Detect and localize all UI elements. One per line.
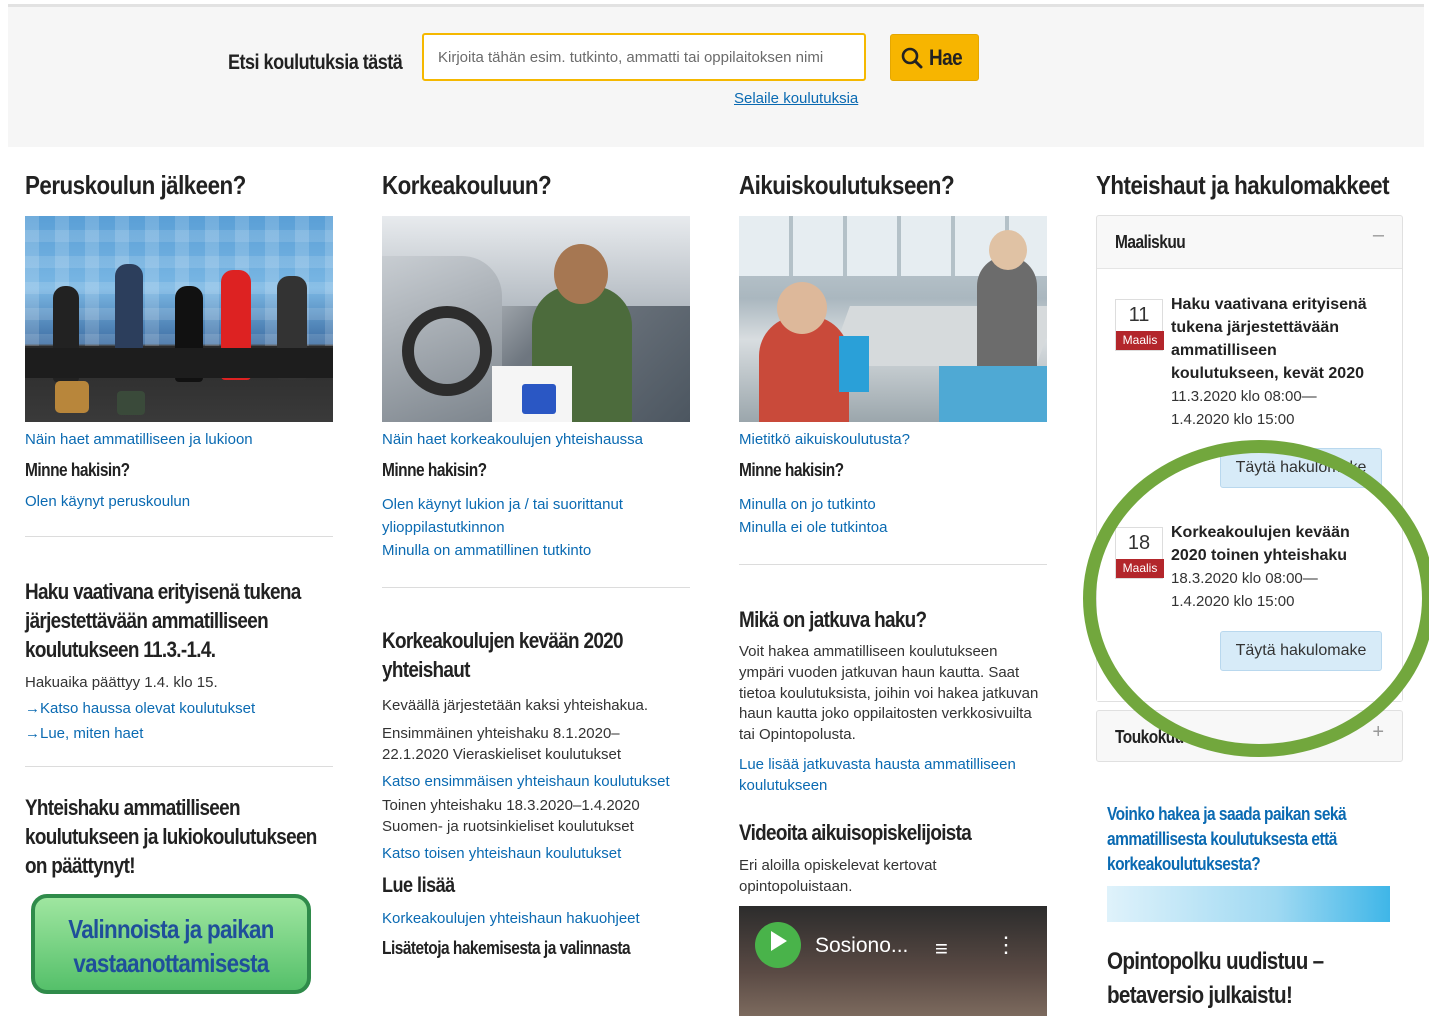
- more-options-icon[interactable]: ⋮: [995, 932, 1017, 958]
- col3-subheading: Minne hakisin?: [739, 460, 844, 480]
- search-button-label: Hae: [929, 44, 963, 70]
- col3-link-jatkuva[interactable]: Lue lisää jatkuvasta hausta ammatillisee…: [739, 754, 1044, 796]
- banner-text: Valinnoista ja paikan vastaanottamisesta: [68, 914, 274, 978]
- playlist-icon[interactable]: ≡: [935, 936, 948, 962]
- students-photo[interactable]: [25, 216, 333, 422]
- col3-p1: Voit hakea ammatilliseen koulutukseen ym…: [739, 643, 1039, 744]
- col-yhteishaut: Yhteishaut ja hakulomakkeet: [1096, 170, 1429, 216]
- col3-news-title: Mikä on jatkuva haku?: [739, 607, 927, 632]
- event-month: Maalis: [1116, 331, 1164, 350]
- accordion-header-maaliskuu[interactable]: Maaliskuu –: [1097, 216, 1402, 269]
- search-input[interactable]: [422, 33, 866, 81]
- col2-subheading: Minne hakisin?: [382, 460, 487, 480]
- col3-link-tutkinto[interactable]: Minulla on jo tutkinto: [739, 493, 1047, 516]
- col4-heading: Yhteishaut ja hakulomakkeet: [1096, 170, 1390, 200]
- col2-p1: Keväällä järjestetään kaksi yhteishakua.: [382, 697, 648, 714]
- col2-link-ammatillinen[interactable]: Minulla on ammatillinen tutkinto: [382, 539, 690, 562]
- search-band: Etsi koulutuksia tästä Hae Selaile koulu…: [8, 7, 1424, 147]
- date-badge: 11 Maalis: [1115, 299, 1164, 351]
- col1-link-peruskoulu[interactable]: Olen käynyt peruskoulun: [25, 493, 335, 510]
- col2-p3: Toinen yhteishaku 18.3.2020–1.4.2020 Suo…: [382, 797, 640, 835]
- col2-p2: Ensimmäinen yhteishaku 8.1.2020–22.1.202…: [382, 725, 622, 763]
- col2-photo-link[interactable]: Näin haet korkeakoulujen yhteishaussa: [382, 431, 690, 448]
- divider: [739, 564, 1047, 565]
- car-photo[interactable]: [382, 216, 690, 422]
- event-day: 11: [1128, 304, 1150, 326]
- col1-heading: Peruskoulun jälkeen?: [25, 170, 246, 200]
- col1-news-text: Hakuaika päättyy 1.4. klo 15.: [25, 674, 218, 691]
- col2-read-more: Lue lisää: [382, 874, 455, 897]
- col2-news-title: Korkeakoulujen kevään 2020 yhteishaut: [382, 628, 624, 682]
- search-label: Etsi koulutuksia tästä: [228, 51, 403, 74]
- col2-heading: Korkeakouluun?: [382, 170, 552, 200]
- news-image[interactable]: [1107, 886, 1390, 922]
- info-banner[interactable]: Valinnoista ja paikan vastaanottamisesta: [31, 894, 311, 994]
- col2-link-ensimmainen[interactable]: Katso ensimmäisen yhteishaun koulutukset: [382, 773, 690, 790]
- col3-video-title: Videoita aikuisopiskelijoista: [739, 819, 972, 845]
- col1-news-link1[interactable]: →Katso haussa olevat koulutukset: [25, 700, 335, 717]
- video-player[interactable]: Sosiono... ≡ ⋮: [739, 905, 1047, 1016]
- col-aikuiskoulutus: Aikuiskoulutukseen? Mietitkö aikuiskoulu…: [739, 170, 1047, 1016]
- divider: [382, 587, 690, 588]
- col1-subheading: Minne hakisin?: [25, 460, 130, 480]
- search-button[interactable]: Hae: [890, 34, 979, 81]
- col4-news-title[interactable]: Opintopolku uudistuu – betaversio julkai…: [1107, 945, 1407, 1013]
- col1-photo-link[interactable]: Näin haet ammatilliseen ja lukioon: [25, 431, 335, 448]
- col1-news-title[interactable]: Haku vaativana erityisenä tukena järjest…: [25, 577, 315, 664]
- col1-news2-title: Yhteishaku ammatilliseen koulutukseen ja…: [25, 795, 317, 878]
- col2-bold-link[interactable]: Lisätetoja hakemisesta ja valinnasta: [382, 938, 647, 959]
- classroom-photo[interactable]: [739, 216, 1047, 422]
- month-label: Maaliskuu: [1115, 232, 1186, 252]
- event-time-start: 11.3.2020 klo 08:00—: [1171, 388, 1317, 405]
- col2-link-lukio[interactable]: Olen käynyt lukion ja / tai suorittanut …: [382, 493, 672, 539]
- collapse-icon[interactable]: –: [1373, 224, 1384, 247]
- search-icon: [901, 47, 923, 68]
- browse-link[interactable]: Selaile koulutuksia: [734, 90, 858, 107]
- col4-news-link[interactable]: Voinko hakea ja saada paikan sekä ammati…: [1107, 802, 1407, 877]
- col3-p2: Eri aloilla opiskelevat kertovat opintop…: [739, 856, 937, 895]
- col3-heading: Aikuiskoulutukseen?: [739, 170, 955, 200]
- divider: [25, 536, 333, 537]
- col3-link-ei-tutkintoa[interactable]: Minulla ei ole tutkintoa: [739, 516, 1047, 539]
- col2-link-toinen[interactable]: Katso toisen yhteishaun koulutukset: [382, 845, 690, 862]
- highlight-circle: [1083, 440, 1429, 757]
- expand-icon[interactable]: +: [1372, 721, 1384, 744]
- divider: [25, 766, 333, 767]
- event-title: Haku vaativana erityisenä tukena järjest…: [1171, 296, 1367, 382]
- col-korkeakoulu: Korkeakouluun? Näin haet korkeakoulujen …: [382, 170, 690, 959]
- col2-link-hakuohjeet[interactable]: Korkeakoulujen yhteishaun hakuohjeet: [382, 910, 690, 927]
- col3-photo-link[interactable]: Mietitkö aikuiskoulutusta?: [739, 431, 1047, 448]
- video-label: Sosiono...: [815, 933, 909, 957]
- col1-news-link2[interactable]: →Lue, miten haet: [25, 725, 335, 742]
- play-icon: [771, 930, 787, 951]
- col-peruskoulu: Peruskoulun jälkeen? Näin haet ammatilli…: [25, 170, 335, 994]
- event-time-end: 1.4.2020 klo 15:00: [1171, 411, 1295, 428]
